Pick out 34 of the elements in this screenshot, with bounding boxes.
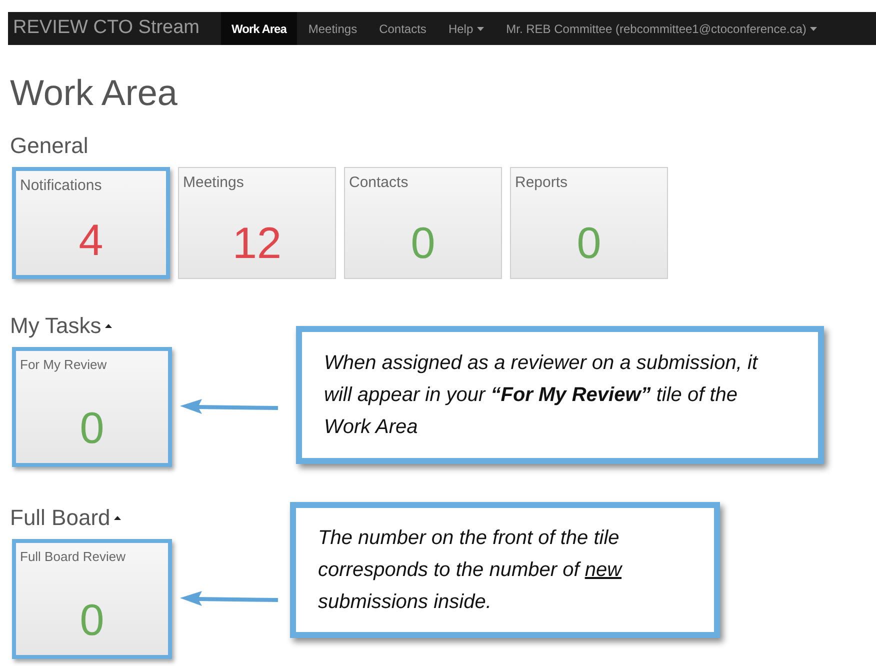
tile[interactable]: Full Board Review 0	[12, 539, 172, 659]
section-heading: Full Board	[10, 507, 110, 529]
caret-icon	[114, 516, 122, 520]
nav-item[interactable]: Mr. REB Committee (rebcommittee1@ctoconference.ca)	[495, 12, 828, 45]
tile[interactable]: For My Review 0	[12, 347, 172, 467]
caret-icon	[810, 26, 818, 30]
page-title: Work Area	[10, 75, 178, 111]
nav-item[interactable]: Work Area	[220, 12, 298, 45]
tile-label: Contacts	[348, 173, 410, 193]
tile-label: For My Review	[19, 356, 108, 374]
tile-count: 0	[78, 407, 106, 451]
tile[interactable]: Notifications 4	[12, 167, 170, 279]
section-heading: General	[10, 135, 88, 157]
nav-item[interactable]: Meetings	[297, 12, 368, 45]
tile-count: 0	[576, 222, 602, 266]
tile-label: Full Board Review	[19, 548, 126, 566]
tile-count: 4	[78, 219, 104, 263]
tile[interactable]: Reports 0	[510, 167, 668, 279]
tile-count: 0	[410, 222, 436, 266]
nav-item[interactable]: Help	[437, 12, 496, 45]
caret-icon	[477, 26, 484, 30]
tile-count: 12	[232, 222, 282, 266]
callout-text: The number on the front of the tile corresponds to the number of new submissions inside.	[318, 526, 624, 615]
tile[interactable]: Meetings 12	[178, 167, 336, 279]
tile-label: Reports	[514, 173, 569, 193]
section-heading: My Tasks	[10, 315, 102, 337]
caret-icon	[105, 324, 112, 328]
tile-label: Meetings	[182, 173, 245, 193]
tile-label: Notifications	[19, 176, 103, 196]
tile[interactable]: Contacts 0	[344, 167, 502, 279]
nav-item[interactable]: Contacts	[368, 12, 438, 45]
brand[interactable]: REVIEW CTO Stream	[8, 14, 205, 43]
tile-count: 0	[78, 599, 106, 643]
callout-text: When assigned as a reviewer on a submission, it will appear in your “For My Review” tile of the Work Area	[324, 351, 760, 440]
